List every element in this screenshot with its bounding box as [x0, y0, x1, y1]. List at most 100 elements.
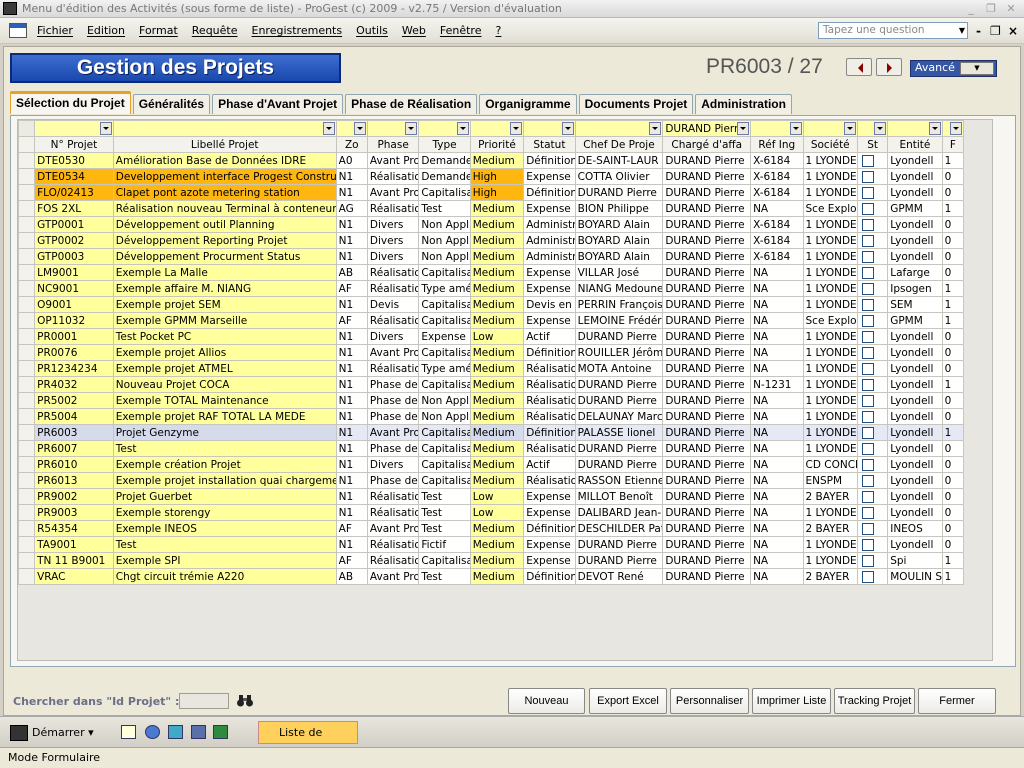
- table-cell[interactable]: DURAND Pierre: [662, 472, 752, 489]
- table-cell[interactable]: Exemple affaire M. NIANG: [112, 280, 337, 297]
- table-cell[interactable]: 1 LYONDE: [802, 552, 858, 569]
- table-cell[interactable]: TN 11 B9001: [34, 552, 114, 569]
- table-cell[interactable]: Medium: [469, 424, 525, 441]
- chevron-down-icon[interactable]: [843, 122, 856, 135]
- table-cell[interactable]: Test: [418, 568, 471, 585]
- table-cell[interactable]: Capitalisa: [418, 264, 471, 281]
- row-selector[interactable]: [18, 424, 36, 441]
- chevron-down-icon[interactable]: [322, 122, 335, 135]
- row-selector[interactable]: [18, 328, 36, 345]
- table-row[interactable]: O9001 Exemple projet SEM N1 Devis Capitalisa…: [18, 296, 965, 313]
- table-cell[interactable]: Capitalisa: [418, 296, 471, 313]
- status-checkbox-cell[interactable]: [856, 552, 889, 569]
- table-cell[interactable]: ROUILLER Jérôme: [574, 344, 664, 361]
- table-cell[interactable]: Medium: [469, 392, 525, 409]
- table-cell[interactable]: ENSPM: [802, 472, 858, 489]
- mdi-close-icon[interactable]: ×: [1008, 24, 1018, 38]
- table-cell[interactable]: NA: [750, 440, 804, 457]
- table-cell[interactable]: NA: [750, 504, 804, 521]
- table-cell[interactable]: X-6184: [750, 248, 804, 265]
- table-cell[interactable]: Test: [418, 504, 471, 521]
- column-header[interactable]: Type: [418, 136, 471, 153]
- chevron-down-icon[interactable]: [874, 122, 887, 135]
- table-cell[interactable]: Sce Exploi: [802, 312, 858, 329]
- table-cell[interactable]: 0: [941, 440, 965, 457]
- table-cell[interactable]: Divers: [366, 232, 420, 249]
- row-selector[interactable]: [18, 520, 36, 537]
- table-cell[interactable]: GPMM: [887, 200, 943, 217]
- row-selector[interactable]: [18, 296, 36, 313]
- filter-cell[interactable]: [941, 120, 965, 137]
- table-cell[interactable]: Medium: [469, 152, 525, 169]
- table-cell[interactable]: N1: [335, 536, 368, 553]
- button-fermer[interactable]: Fermer: [918, 688, 996, 714]
- status-checkbox[interactable]: [861, 186, 874, 199]
- table-cell[interactable]: DALIBARD Jean-: [574, 504, 664, 521]
- table-cell[interactable]: Lyondell: [887, 392, 943, 409]
- table-cell[interactable]: Test Pocket PC: [112, 328, 337, 345]
- table-cell[interactable]: DURAND Pierre: [662, 376, 752, 393]
- table-cell[interactable]: DURAND Pierre: [662, 280, 752, 297]
- table-cell[interactable]: Sce Exploi: [802, 200, 858, 217]
- table-cell[interactable]: Expense I: [523, 280, 576, 297]
- table-cell[interactable]: Réalisatio: [366, 552, 420, 569]
- status-checkbox-cell[interactable]: [856, 392, 889, 409]
- table-cell[interactable]: 1: [941, 552, 965, 569]
- table-cell[interactable]: 1 LYONDE: [802, 376, 858, 393]
- row-selector[interactable]: [18, 488, 36, 505]
- table-cell[interactable]: AF: [335, 312, 368, 329]
- table-cell[interactable]: Actif: [523, 456, 576, 473]
- table-cell[interactable]: N1: [335, 376, 368, 393]
- table-cell[interactable]: Chgt circuit trémie A220: [112, 568, 337, 585]
- status-checkbox[interactable]: [861, 282, 874, 295]
- filter-cell[interactable]: [802, 120, 858, 137]
- table-cell[interactable]: Amélioration Base de Données IDRE: [112, 152, 337, 169]
- table-cell[interactable]: DURAND Pierre: [662, 520, 752, 537]
- table-cell[interactable]: Divers: [366, 248, 420, 265]
- table-cell[interactable]: Capitalisa: [418, 552, 471, 569]
- table-cell[interactable]: Test: [418, 488, 471, 505]
- table-cell[interactable]: GTP0001: [34, 216, 114, 233]
- table-cell[interactable]: Low: [469, 504, 525, 521]
- row-selector[interactable]: [18, 152, 36, 169]
- table-cell[interactable]: Lyondell: [887, 184, 943, 201]
- row-selector[interactable]: [18, 472, 36, 489]
- previous-record-button[interactable]: [846, 58, 872, 76]
- table-cell[interactable]: Expense I: [523, 200, 576, 217]
- table-cell[interactable]: Exemple storengy: [112, 504, 337, 521]
- status-checkbox-cell[interactable]: [856, 520, 889, 537]
- table-cell[interactable]: GTP0002: [34, 232, 114, 249]
- table-cell[interactable]: Réalisatio: [523, 440, 576, 457]
- table-cell[interactable]: 0: [941, 408, 965, 425]
- table-cell[interactable]: Réalisatio: [366, 504, 420, 521]
- table-cell[interactable]: Phase de: [366, 392, 420, 409]
- table-cell[interactable]: 0: [941, 328, 965, 345]
- column-header[interactable]: Zo: [335, 136, 368, 153]
- table-cell[interactable]: Phase de: [366, 376, 420, 393]
- table-cell[interactable]: 1: [941, 376, 965, 393]
- table-cell[interactable]: CD CONCE: [802, 456, 858, 473]
- table-cell[interactable]: Administra: [523, 216, 576, 233]
- table-cell[interactable]: 1 LYONDE: [802, 168, 858, 185]
- table-cell[interactable]: Avant Pro: [366, 568, 420, 585]
- status-checkbox[interactable]: [861, 154, 874, 167]
- table-row[interactable]: DTE0534 Developpement interface Progest C…: [18, 168, 965, 185]
- table-cell[interactable]: Réalisatio: [366, 360, 420, 377]
- table-cell[interactable]: MOTA Antoine: [574, 360, 664, 377]
- filter-cell[interactable]: DURAND Pierre: [662, 120, 752, 137]
- table-cell[interactable]: Exemple projet RAF TOTAL LA MEDE: [112, 408, 337, 425]
- tab-2[interactable]: Phase d'Avant Projet: [212, 94, 344, 114]
- tab-3[interactable]: Phase de Réalisation: [345, 94, 478, 114]
- table-cell[interactable]: MOULIN S: [887, 568, 943, 585]
- table-cell[interactable]: DELAUNAY Marc: [574, 408, 664, 425]
- table-cell[interactable]: N1: [335, 456, 368, 473]
- column-header[interactable]: N° Projet: [34, 136, 114, 153]
- table-cell[interactable]: DURAND Pierre: [662, 360, 752, 377]
- row-selector[interactable]: [18, 360, 36, 377]
- table-cell[interactable]: N1: [335, 248, 368, 265]
- table-cell[interactable]: 1: [941, 280, 965, 297]
- table-cell[interactable]: NA: [750, 200, 804, 217]
- table-cell[interactable]: DURAND Pierre: [662, 440, 752, 457]
- status-checkbox-cell[interactable]: [856, 344, 889, 361]
- table-cell[interactable]: NA: [750, 520, 804, 537]
